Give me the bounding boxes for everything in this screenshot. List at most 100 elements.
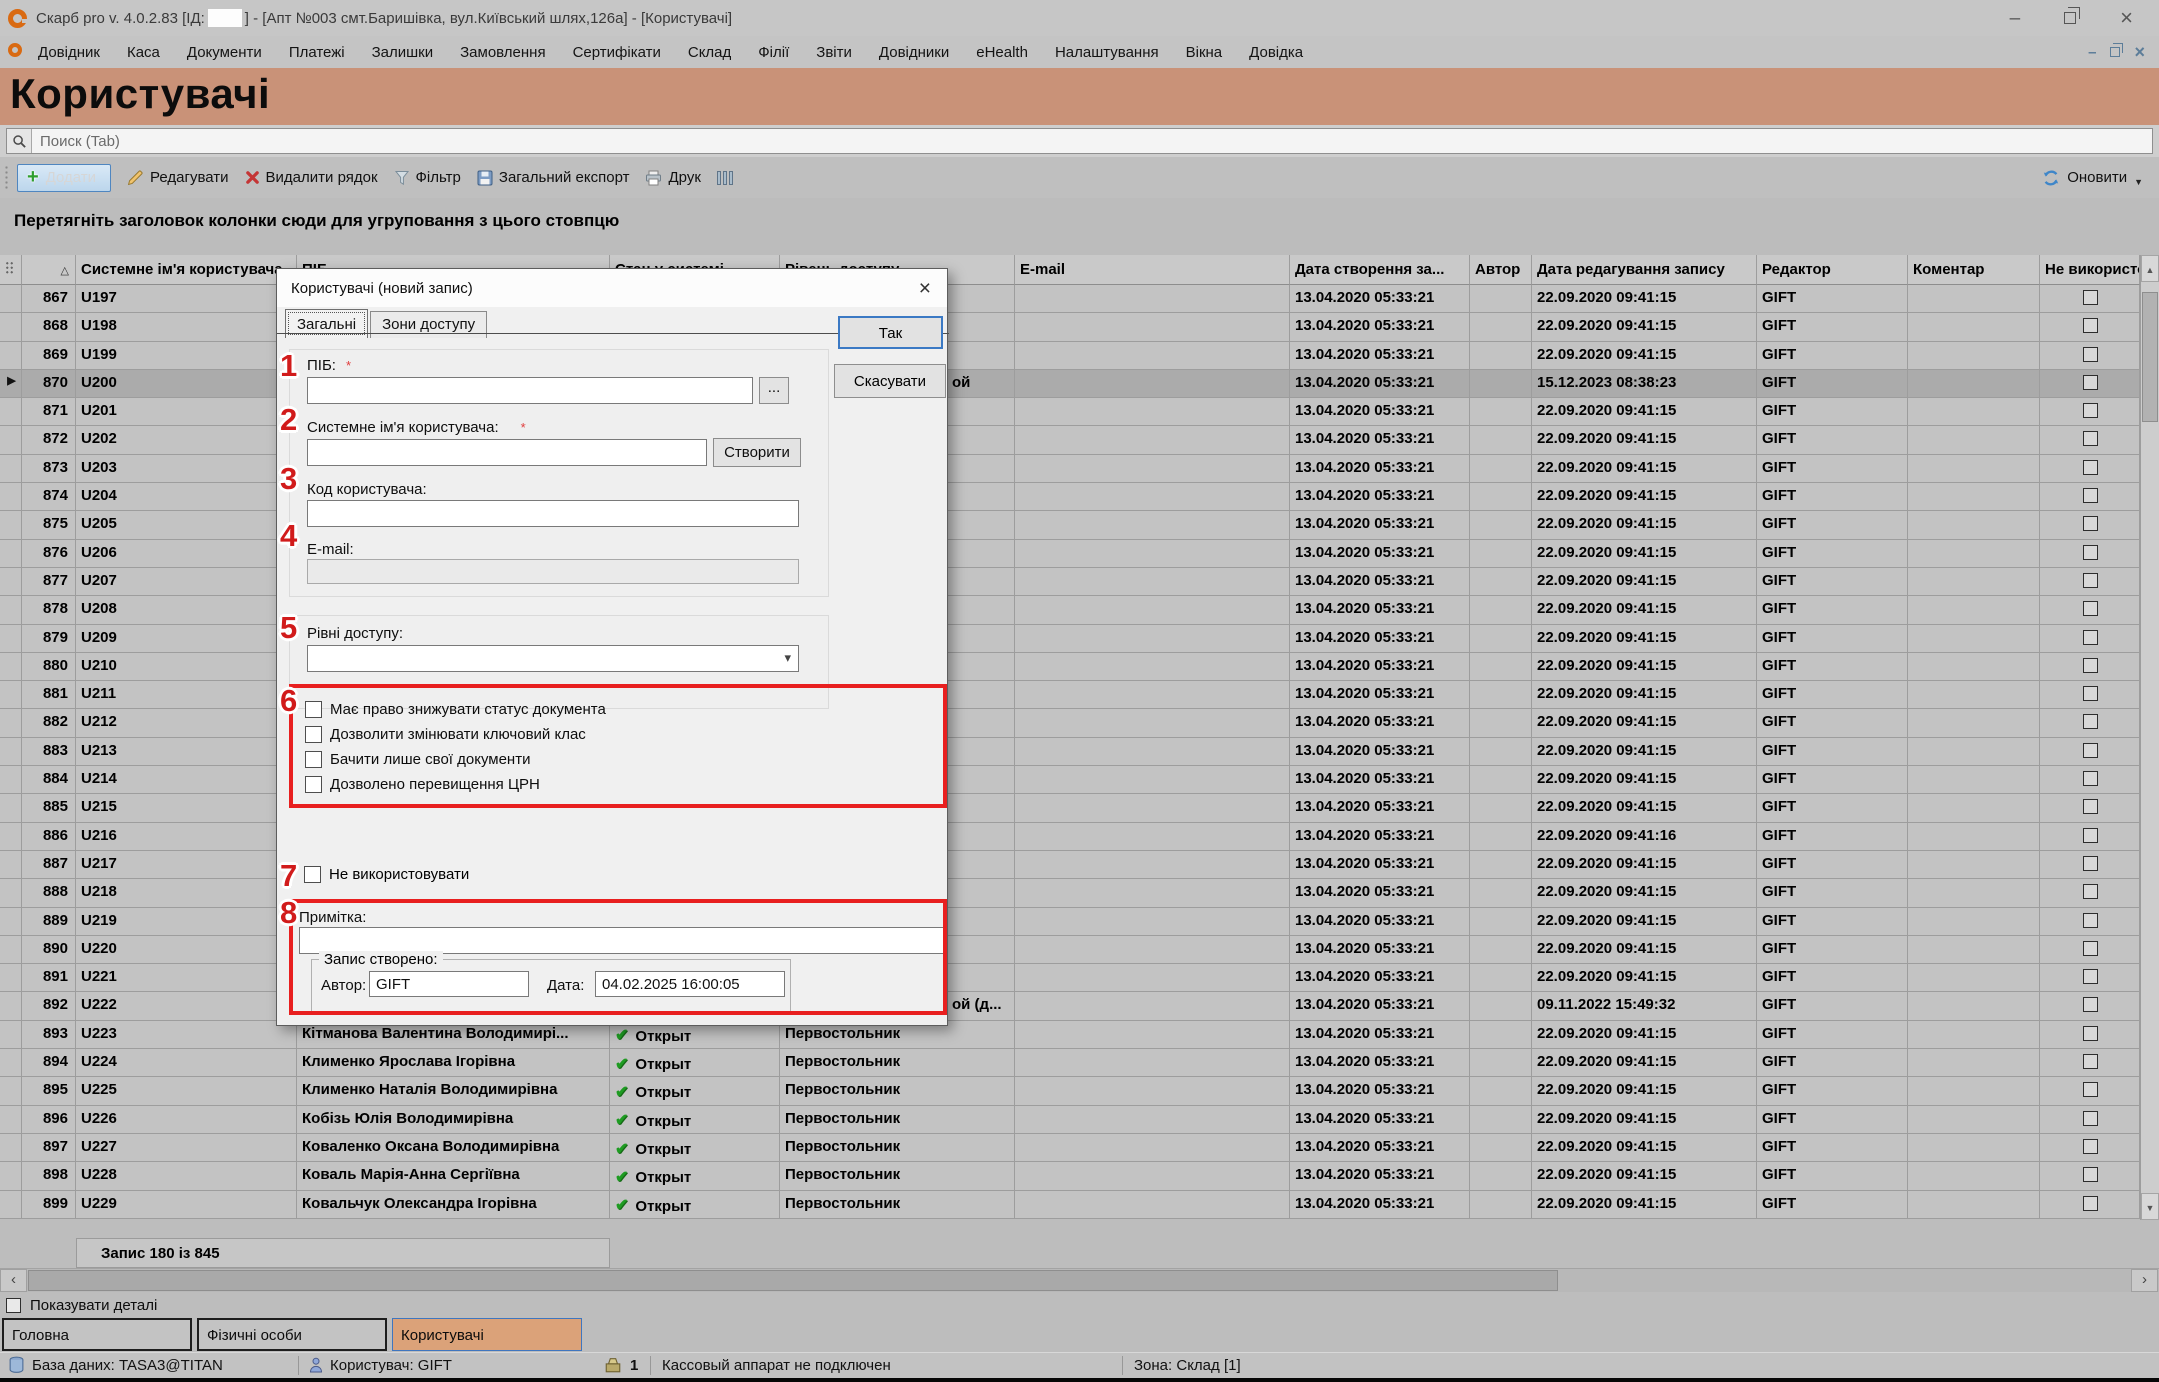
refresh-button[interactable]: Оновити ▼ xyxy=(2042,169,2159,187)
horizontal-scrollbar[interactable]: ‹ › xyxy=(0,1268,2159,1292)
menu-item-1[interactable]: Довідник xyxy=(38,44,100,61)
sysname-input[interactable] xyxy=(307,439,707,466)
menu-item-9[interactable]: Філії xyxy=(758,44,789,61)
not-used-checkbox[interactable] xyxy=(2083,658,2098,673)
not-use-checkbox[interactable] xyxy=(304,866,321,883)
delete-row-button[interactable]: Видалити рядок xyxy=(245,169,378,186)
vertical-scrollbar[interactable]: ▲ ▼ xyxy=(2140,255,2159,1220)
not-used-checkbox[interactable] xyxy=(2083,318,2098,333)
restore-icon[interactable] xyxy=(2064,12,2076,24)
table-row-897[interactable]: 897U227Коваленко Оксана Володимирівна✔От… xyxy=(0,1134,2140,1162)
column-header-10[interactable]: Редактор xyxy=(1757,255,1908,285)
not-used-checkbox[interactable] xyxy=(2083,771,2098,786)
not-used-checkbox[interactable] xyxy=(2083,856,2098,871)
menu-item-5[interactable]: Залишки xyxy=(372,44,434,61)
not-used-checkbox[interactable] xyxy=(2083,573,2098,588)
table-row-898[interactable]: 898U228Коваль Марія-Анна Сергіївна✔Откры… xyxy=(0,1162,2140,1190)
table-row-899[interactable]: 899U229Ковальчук Олександра Ігорівна✔Отк… xyxy=(0,1191,2140,1219)
not-used-checkbox[interactable] xyxy=(2083,431,2098,446)
not-used-checkbox[interactable] xyxy=(2083,743,2098,758)
not-used-checkbox[interactable] xyxy=(2083,913,2098,928)
scroll-down-button[interactable]: ▼ xyxy=(2141,1193,2159,1220)
email-input[interactable] xyxy=(307,559,799,584)
not-used-checkbox[interactable] xyxy=(2083,516,2098,531)
not-used-checkbox[interactable] xyxy=(2083,714,2098,729)
group-by-panel[interactable]: Перетягніть заголовок колонки сюди для у… xyxy=(0,198,2159,255)
not-used-checkbox[interactable] xyxy=(2083,545,2098,560)
filter-button[interactable]: Фільтр xyxy=(394,169,461,186)
bottom-tab-2[interactable]: Фізичні особи xyxy=(197,1318,387,1351)
not-used-checkbox[interactable] xyxy=(2083,941,2098,956)
menu-item-14[interactable]: Вікна xyxy=(1186,44,1223,61)
menu-item-13[interactable]: Налаштування xyxy=(1055,44,1159,61)
search-field[interactable] xyxy=(6,128,2153,154)
not-used-checkbox[interactable] xyxy=(2083,799,2098,814)
not-used-checkbox[interactable] xyxy=(2083,1139,2098,1154)
menu-item-2[interactable]: Каса xyxy=(127,44,160,61)
not-used-checkbox[interactable] xyxy=(2083,403,2098,418)
add-button[interactable]: + Додати xyxy=(17,164,111,192)
not-used-checkbox[interactable] xyxy=(2083,1054,2098,1069)
column-header-0[interactable] xyxy=(0,255,22,285)
not-used-checkbox[interactable] xyxy=(2083,997,2098,1012)
not-used-checkbox[interactable] xyxy=(2083,290,2098,305)
print-button[interactable]: Друк xyxy=(645,169,700,186)
columns-button[interactable] xyxy=(717,171,733,185)
not-used-checkbox[interactable] xyxy=(2083,460,2098,475)
column-header-7[interactable]: Дата створення за... xyxy=(1290,255,1470,285)
search-icon[interactable] xyxy=(7,129,32,153)
menu-item-7[interactable]: Сертифікати xyxy=(573,44,661,61)
show-details-checkbox[interactable] xyxy=(6,1298,21,1313)
not-used-checkbox[interactable] xyxy=(2083,1026,2098,1041)
not-use-row[interactable]: Не використовувати xyxy=(304,866,469,883)
ok-button[interactable]: Так xyxy=(838,316,943,349)
menu-item-15[interactable]: Довідка xyxy=(1249,44,1303,61)
export-button[interactable]: Загальний експорт xyxy=(477,169,630,186)
column-header-12[interactable]: Не використо... xyxy=(2040,255,2140,285)
menu-item-8[interactable]: Склад xyxy=(688,44,731,61)
menu-item-11[interactable]: Довідники xyxy=(879,44,949,61)
pib-input[interactable] xyxy=(307,377,753,404)
not-used-checkbox[interactable] xyxy=(2083,1196,2098,1211)
toolbar-grip[interactable] xyxy=(4,165,9,191)
mdi-restore-icon[interactable] xyxy=(2110,47,2120,57)
scroll-right-button[interactable]: › xyxy=(2131,1269,2158,1292)
column-header-8[interactable]: Автор xyxy=(1470,255,1532,285)
not-used-checkbox[interactable] xyxy=(2083,601,2098,616)
scroll-left-button[interactable]: ‹ xyxy=(0,1269,27,1292)
not-used-checkbox[interactable] xyxy=(2083,488,2098,503)
table-row-896[interactable]: 896U226Кобізь Юлія Володимирівна✔ОткрытП… xyxy=(0,1106,2140,1134)
cancel-button[interactable]: Скасувати xyxy=(834,364,946,398)
column-header-9[interactable]: Дата редагування запису xyxy=(1532,255,1757,285)
not-used-checkbox[interactable] xyxy=(2083,884,2098,899)
pib-lookup-button[interactable]: ... xyxy=(759,377,789,404)
search-input[interactable] xyxy=(32,133,2152,150)
column-header-2[interactable]: Системне ім'я користувача xyxy=(76,255,297,285)
menu-item-6[interactable]: Замовлення xyxy=(460,44,545,61)
usercode-input[interactable] xyxy=(307,500,799,527)
menu-item-3[interactable]: Документи xyxy=(187,44,262,61)
access-levels-select[interactable]: ▾ xyxy=(307,645,799,672)
not-used-checkbox[interactable] xyxy=(2083,1082,2098,1097)
bottom-tab-1[interactable]: Головна xyxy=(2,1318,192,1351)
menu-item-4[interactable]: Платежі xyxy=(289,44,345,61)
not-used-checkbox[interactable] xyxy=(2083,1111,2098,1126)
not-used-checkbox[interactable] xyxy=(2083,347,2098,362)
mdi-close-icon[interactable]: × xyxy=(2134,42,2145,63)
menu-item-10[interactable]: Звіти xyxy=(816,44,852,61)
create-button[interactable]: Створити xyxy=(713,438,801,467)
minimize-icon[interactable]: – xyxy=(2010,9,2021,28)
not-used-checkbox[interactable] xyxy=(2083,969,2098,984)
not-used-checkbox[interactable] xyxy=(2083,1167,2098,1182)
scroll-up-button[interactable]: ▲ xyxy=(2141,255,2159,282)
not-used-checkbox[interactable] xyxy=(2083,630,2098,645)
mdi-minimize-icon[interactable]: – xyxy=(2088,44,2096,61)
column-header-1[interactable]: △ xyxy=(22,255,76,285)
not-used-checkbox[interactable] xyxy=(2083,686,2098,701)
edit-button[interactable]: Редагувати xyxy=(127,169,229,186)
vertical-scroll-thumb[interactable] xyxy=(2142,292,2158,422)
close-icon[interactable]: × xyxy=(2120,7,2133,29)
table-row-894[interactable]: 894U224Клименко Ярослава Ігорівна✔Открыт… xyxy=(0,1049,2140,1077)
bottom-tab-3[interactable]: Користувачі xyxy=(392,1318,582,1351)
table-row-895[interactable]: 895U225Клименко Наталія Володимирівна✔От… xyxy=(0,1077,2140,1105)
